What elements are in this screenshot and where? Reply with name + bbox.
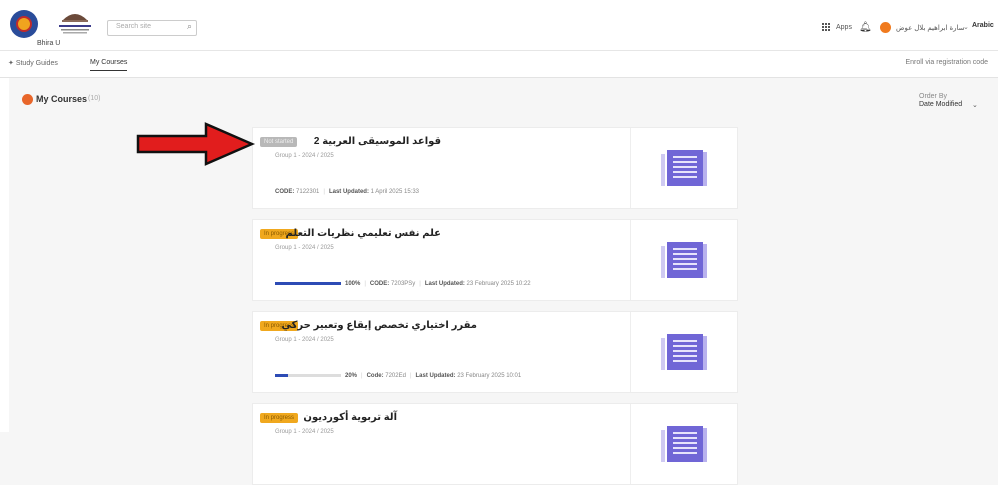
tab-my-courses[interactable]: My Courses	[90, 59, 128, 71]
course-count: (10)	[88, 95, 101, 102]
chevron-down-icon[interactable]: ⌄	[972, 101, 978, 109]
bell-icon[interactable]: 🔔︎	[859, 22, 872, 33]
order-by-label: Order By	[919, 93, 948, 100]
brand-caption: Bhira U	[37, 40, 61, 47]
left-margin	[0, 78, 9, 432]
course-group: Group 1 - 2024 / 2025	[275, 245, 334, 251]
progress-bar	[275, 281, 341, 285]
apps-label[interactable]: Apps	[836, 24, 852, 31]
course-meta: 20% | Code: 7202Ed | Last Updated: 23 Februa…	[275, 373, 521, 379]
code-label: CODE:	[369, 281, 390, 287]
status-badge: In progress	[260, 413, 299, 423]
updated-date: 23 February 2025 10:01	[457, 373, 522, 379]
progress-label: 100%	[345, 281, 361, 287]
course-card[interactable]: Not started قواعد الموسيقى العربية 2 Group…	[252, 127, 738, 209]
course-meta: 100% | CODE: 7203PSy | Last Updated: 23 Febr…	[275, 281, 531, 287]
progress-bar	[275, 373, 341, 377]
code-label: CODE:	[275, 189, 295, 195]
top-bar: Bhira U Search site ⌕ Apps 🔔︎ سارة ابراه…	[0, 0, 998, 51]
courses-icon	[22, 94, 33, 105]
course-thumbnail[interactable]	[630, 404, 737, 484]
course-thumbnail[interactable]	[630, 128, 737, 208]
updated-date: 23 February 2025 10:22	[466, 281, 531, 287]
page-title: My Courses	[36, 94, 88, 104]
course-code: 7202Ed	[385, 373, 406, 379]
red-arrow-annotation	[136, 122, 256, 166]
course-group: Group 1 - 2024 / 2025	[275, 429, 334, 435]
book-icon	[661, 426, 707, 462]
updated-label: Last Updated:	[328, 189, 369, 195]
search-input[interactable]: Search site ⌕	[107, 20, 197, 36]
course-code: 7203PSy	[390, 281, 416, 287]
course-card[interactable]: In progress آلة تربوية أكورديون Group 1 - …	[252, 403, 738, 485]
user-name[interactable]: سارة ابراهيم بلال عوض	[896, 24, 965, 32]
code-label: Code:	[366, 373, 384, 379]
course-title[interactable]: علم نفس تعليمي نظريات التعلم	[286, 228, 441, 239]
language-switch[interactable]: Arabic	[972, 22, 994, 29]
enroll-link[interactable]: Enroll via registration code	[906, 59, 989, 66]
sub-navigation: ✦ Study Guides My Courses Enroll via reg…	[0, 51, 998, 78]
book-icon	[661, 242, 707, 278]
updated-date: 1 April 2025 15:33	[370, 189, 419, 195]
course-title[interactable]: مقرر اختياري تخصص إيقاع وتعبير حركي	[281, 320, 477, 331]
apps-grid-icon[interactable]	[822, 23, 831, 32]
star-icon: ✦	[8, 60, 16, 67]
course-group: Group 1 - 2024 / 2025	[275, 337, 334, 343]
course-thumbnail[interactable]	[630, 220, 737, 300]
progress-fill	[275, 373, 288, 377]
book-icon	[661, 150, 707, 186]
site-logo[interactable]	[10, 10, 38, 38]
progress-fill	[275, 281, 341, 285]
course-card[interactable]: In progress مقرر اختياري تخصص إيقاع وتعبي…	[252, 311, 738, 393]
book-icon	[661, 334, 707, 370]
tab-study-guides[interactable]: ✦ Study Guides	[8, 59, 58, 67]
course-group: Group 1 - 2024 / 2025	[275, 153, 334, 159]
search-placeholder: Search site	[116, 23, 152, 30]
chevron-down-icon[interactable]: ⌄	[963, 23, 969, 31]
course-title[interactable]: قواعد الموسيقى العربية 2	[314, 136, 441, 147]
order-by-select[interactable]: Date Modified	[919, 101, 962, 108]
updated-label: Last Updated:	[415, 373, 456, 379]
course-thumbnail[interactable]	[630, 312, 737, 392]
university-logo	[59, 14, 91, 34]
course-title[interactable]: آلة تربوية أكورديون	[303, 412, 397, 423]
status-badge: Not started	[260, 137, 298, 147]
course-card[interactable]: In progress علم نفس تعليمي نظريات التعلم G…	[252, 219, 738, 301]
avatar[interactable]	[880, 22, 891, 33]
updated-label: Last Updated:	[424, 281, 465, 287]
search-icon[interactable]: ⌕	[187, 21, 192, 32]
course-meta: CODE: 7122301 | Last Updated: 1 April 2025…	[275, 189, 419, 195]
progress-label: 20%	[345, 373, 358, 379]
course-code: 7122301	[296, 189, 320, 195]
